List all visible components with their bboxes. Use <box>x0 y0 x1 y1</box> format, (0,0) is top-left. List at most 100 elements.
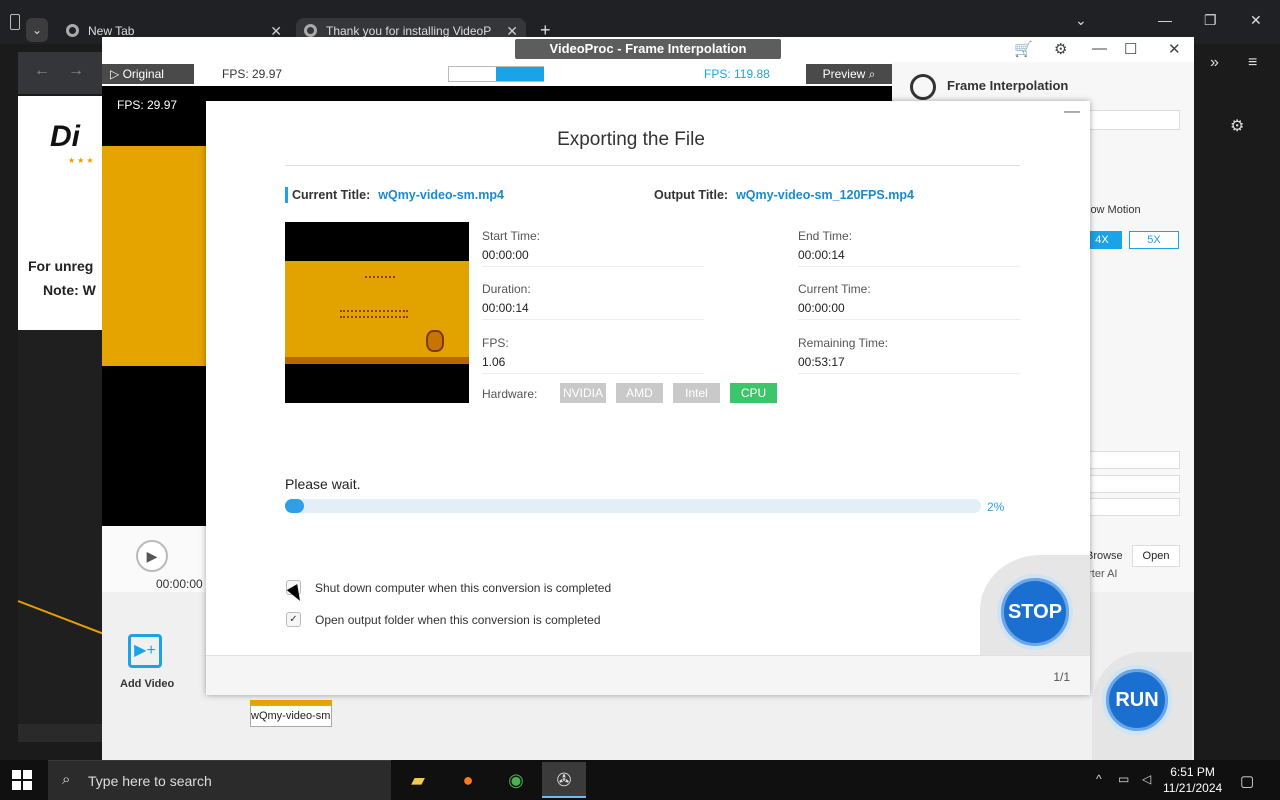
tab-search-button[interactable]: ⌄ <box>26 18 48 42</box>
extensions-chevron-icon[interactable]: » <box>1210 54 1219 72</box>
windows-start-icon[interactable] <box>12 770 32 790</box>
shutdown-label: Shut down computer when this conversion … <box>315 581 612 595</box>
browse-button[interactable]: Browse <box>1086 550 1123 562</box>
open-folder-label: Open output folder when this conversion … <box>315 613 601 627</box>
current-title-label: Current Title: <box>292 188 371 202</box>
add-video-icon[interactable]: ▶+ <box>128 634 162 668</box>
close-icon[interactable]: ✕ <box>1250 12 1262 29</box>
search-icon: ⌕ <box>62 771 71 788</box>
page-headline: Di <box>50 120 80 153</box>
maximize-icon[interactable]: ☐ <box>1124 40 1137 58</box>
play-button[interactable]: ▶ <box>136 540 168 572</box>
videoproc-site-icon <box>304 24 317 38</box>
output-title-label: Output Title: <box>654 188 729 202</box>
remaining-time-field: Remaining Time: 00:53:17 <box>798 336 1020 374</box>
task-counter: 1/1 <box>1053 670 1070 684</box>
output-title-value: wQmy-video-sm_120FPS.mp4 <box>736 188 914 202</box>
view-mode-toggle[interactable] <box>448 66 544 82</box>
fps-value: 1.06 <box>482 355 704 374</box>
videoproc-icon[interactable]: ✇ <box>542 762 586 798</box>
panel-title: Frame Interpolation <box>947 78 1069 93</box>
open-folder-checkbox[interactable]: ✓ <box>286 612 301 627</box>
tab-label: Thank you for installing VideoP <box>326 24 492 38</box>
back-icon[interactable]: ← <box>34 62 50 80</box>
current-time-field: Current Time: 00:00:00 <box>798 282 1020 320</box>
remaining-time-label: Remaining Time: <box>798 336 889 350</box>
notifications-icon[interactable]: ▢ <box>1240 772 1254 790</box>
original-button[interactable]: ▷ Original <box>102 64 194 84</box>
fps-field: FPS: 1.06 <box>482 336 704 374</box>
minimize-icon[interactable]: — <box>1064 103 1080 121</box>
minimize-icon[interactable]: — <box>1158 12 1172 28</box>
start-time-field: Start Time: 00:00:00 <box>482 229 704 267</box>
file-explorer-icon[interactable]: ▰ <box>396 762 440 798</box>
duration-label: Duration: <box>482 282 531 296</box>
mode-select[interactable] <box>1082 110 1180 130</box>
duration-field: Duration: 00:00:14 <box>482 282 704 320</box>
playback-time: 00:00:00 <box>156 577 203 591</box>
video-fps-overlay: FPS: 29.97 <box>117 98 178 112</box>
browser-page-dark <box>18 330 102 740</box>
hardware-label: Hardware: <box>482 387 538 401</box>
chrome-icon[interactable]: ◉ <box>494 762 538 798</box>
browser-side-strip: » ≡ ⚙ <box>1194 44 1280 760</box>
network-icon[interactable]: ▭ <box>1118 772 1129 786</box>
end-time-field: End Time: 00:00:14 <box>798 229 1020 267</box>
stop-button[interactable]: STOP <box>997 574 1073 650</box>
search-placeholder: Type here to search <box>88 773 212 789</box>
menu-icon[interactable]: ≡ <box>1248 54 1257 72</box>
split-view-icon[interactable] <box>496 67 544 81</box>
run-button[interactable]: RUN <box>1102 665 1172 735</box>
thumbnail-detail <box>340 310 408 318</box>
video-frame <box>102 146 206 366</box>
option-dropdown[interactable] <box>1082 498 1180 516</box>
clock-time: 6:51 PM <box>1170 765 1215 779</box>
chevron-down-icon[interactable]: ⌄ <box>1075 12 1087 29</box>
status-text: Please wait. <box>285 476 361 492</box>
hardware-chip-amd: AMD <box>616 383 663 403</box>
progress-percent: 2% <box>987 500 1005 514</box>
minimize-icon[interactable]: — <box>1092 40 1107 57</box>
cart-icon[interactable]: 🛒 <box>1014 40 1033 58</box>
tab-label: New Tab <box>88 24 135 38</box>
video-thumbnail-label[interactable]: wQmy-video-sm. <box>250 705 332 727</box>
firefox-icon[interactable]: ● <box>446 762 490 798</box>
preview-button[interactable]: Preview ⌕ <box>806 64 892 84</box>
preview-label: Preview <box>822 67 866 81</box>
open-button[interactable]: Open <box>1132 545 1180 567</box>
fps-label: FPS: <box>482 336 509 350</box>
rating-stars: ★★★ <box>68 156 96 165</box>
remaining-time-value: 00:53:17 <box>798 355 1020 374</box>
hardware-chip-intel: Intel <box>673 383 720 403</box>
thumbnail-detail <box>426 330 444 352</box>
taskbar-search[interactable]: ⌕ Type here to search <box>48 760 391 800</box>
source-fps: FPS: 29.97 <box>222 67 283 81</box>
tray-chevron-icon[interactable]: ^ <box>1096 772 1102 786</box>
forward-icon[interactable]: → <box>68 62 84 80</box>
single-view-icon[interactable] <box>449 67 497 81</box>
hardware-chip-nvidia: NVIDIA <box>560 383 606 403</box>
progress-bar <box>285 499 981 513</box>
close-icon[interactable]: ✕ <box>1168 40 1181 58</box>
speed-5x-button[interactable]: 5X <box>1129 231 1179 249</box>
taskbar: ⌕ Type here to search ▰ ● ◉ ✇ ^ ▭ ◁ 6:51… <box>0 760 1280 800</box>
current-time-label: Current Time: <box>798 282 871 296</box>
export-dialog: — Exporting the File Current Title: wQmy-… <box>206 101 1090 695</box>
gear-icon[interactable]: ⚙ <box>1230 116 1244 136</box>
system-clock[interactable]: 6:51 PM 11/21/2024 <box>1163 764 1222 796</box>
page-note: Note: W <box>43 282 96 298</box>
settings-icon[interactable]: ⚙ <box>1054 40 1067 58</box>
restore-icon[interactable]: ❐ <box>1204 12 1217 29</box>
thumbnail-detail <box>365 276 395 284</box>
option-dropdown[interactable] <box>1082 475 1180 493</box>
output-fps: FPS: 119.88 <box>704 67 770 81</box>
add-video-label[interactable]: Add Video <box>120 678 174 690</box>
horizontal-scrollbar[interactable] <box>18 724 102 742</box>
volume-icon[interactable]: ◁ <box>1142 772 1151 786</box>
tab-actions-icon[interactable] <box>10 14 20 30</box>
divider <box>285 165 1020 166</box>
option-dropdown[interactable] <box>1082 451 1180 469</box>
clock-date: 11/21/2024 <box>1163 781 1223 795</box>
start-time-label: Start Time: <box>482 229 541 243</box>
dialog-title: Exporting the File <box>557 129 705 150</box>
